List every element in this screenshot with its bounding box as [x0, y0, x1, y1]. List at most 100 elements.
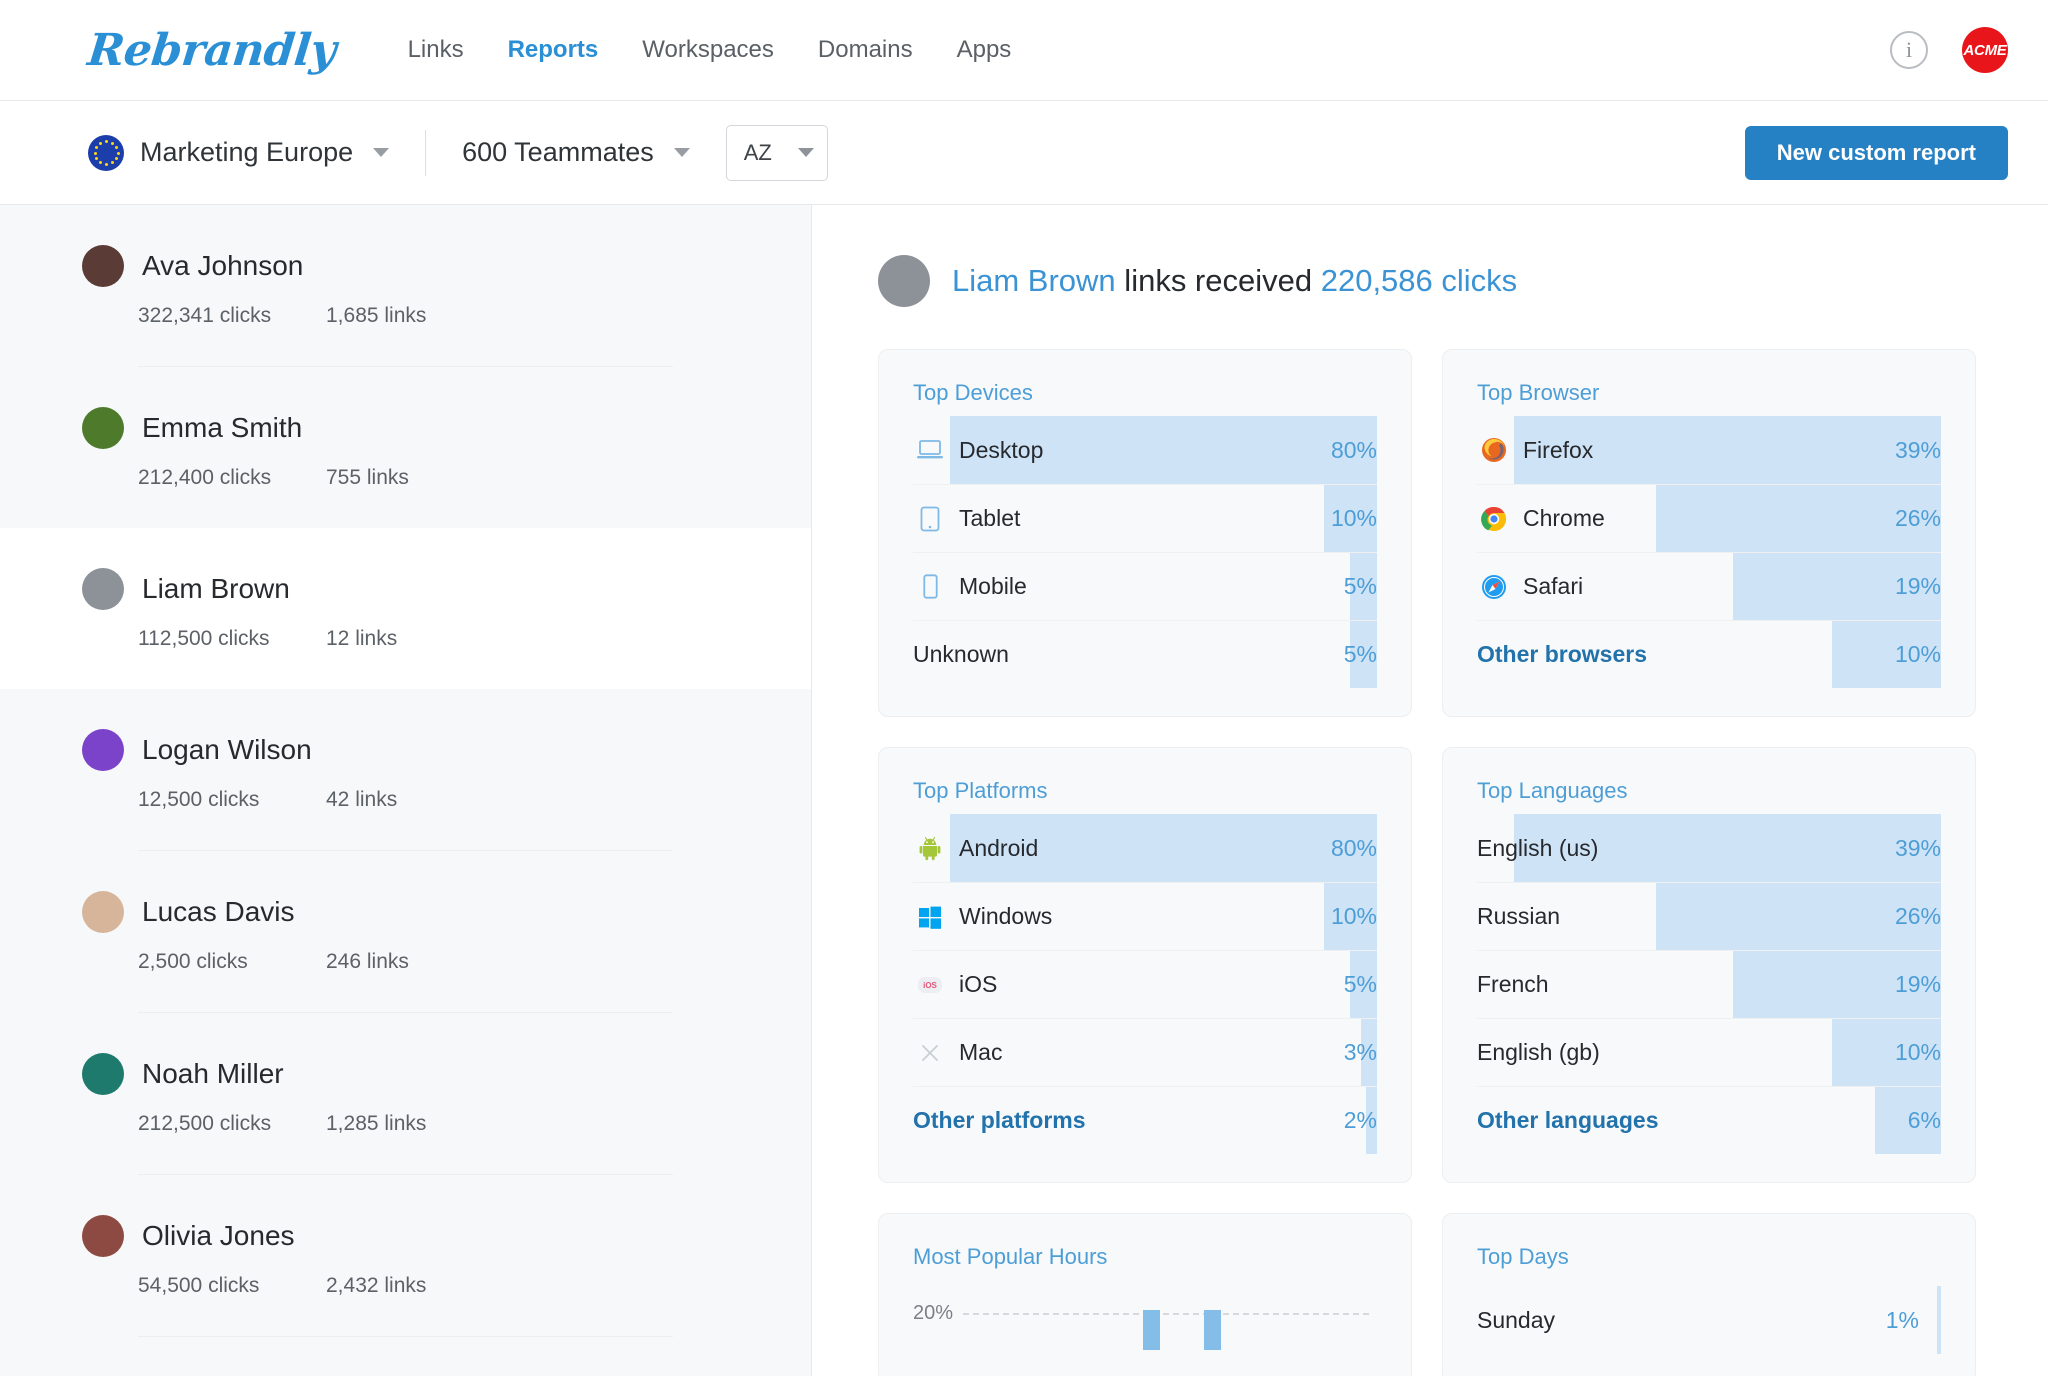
- main-nav: Links Reports Workspaces Domains Apps: [408, 36, 1012, 64]
- bar-row[interactable]: iOS iOS 5%: [913, 950, 1377, 1018]
- bar[interactable]: [1143, 1310, 1160, 1350]
- teammate-name: Lucas Davis: [142, 896, 295, 927]
- bar-value: 10%: [1894, 1039, 1941, 1065]
- hours-chart: 20%: [913, 1288, 1377, 1350]
- nav-item-workspaces[interactable]: Workspaces: [642, 36, 774, 64]
- rebrandly-logo[interactable]: Rebrandly: [85, 25, 338, 76]
- teammate-row[interactable]: Sophia Williams: [138, 1336, 673, 1376]
- teammate-row[interactable]: Olivia Jones 54,500 clicks 2,432 links: [82, 1174, 673, 1336]
- bar-label: French: [1477, 971, 1549, 997]
- bar-row[interactable]: Other languages 6%: [1477, 1086, 1941, 1154]
- bar-value: 10%: [1894, 641, 1941, 667]
- bar-value: 5%: [1343, 641, 1377, 667]
- report-card: Top Languages English (us) 39% Russian 26% Fr…: [1442, 747, 1976, 1183]
- bar-label[interactable]: Other browsers: [1477, 641, 1647, 668]
- desktop-icon: [917, 440, 943, 459]
- firefox-icon: [1477, 437, 1511, 463]
- nav-item-apps[interactable]: Apps: [957, 36, 1012, 64]
- teammate-links: 1,285 links: [326, 1112, 427, 1135]
- content-split: Ava Johnson 322,341 clicks 1,685 links Emma…: [0, 205, 2048, 1376]
- mobile-icon: [913, 574, 947, 599]
- bar-label[interactable]: Other languages: [1477, 1107, 1658, 1134]
- teammate-group-selected: Liam Brown 112,500 clicks 12 links: [0, 528, 811, 689]
- top-navigation-bar: Rebrandly Links Reports Workspaces Domai…: [0, 0, 2048, 101]
- account-avatar[interactable]: ACME: [1962, 27, 2008, 73]
- bar-row[interactable]: Windows 10%: [913, 882, 1377, 950]
- firefox-icon: [1482, 438, 1506, 462]
- bar-row[interactable]: Android 80%: [913, 814, 1377, 882]
- bar-label: Android: [959, 834, 1039, 861]
- new-custom-report-button[interactable]: New custom report: [1744, 125, 2008, 180]
- bar-label: Unknown: [913, 641, 1009, 667]
- bar-row[interactable]: Mac 3%: [913, 1018, 1377, 1086]
- chrome-icon: [1477, 506, 1511, 532]
- account-avatar-label: ACME: [1963, 41, 2007, 59]
- bar-row[interactable]: Unknown 5%: [913, 620, 1377, 688]
- bar-label: Russian: [1477, 903, 1561, 929]
- bar-label: Firefox: [1523, 436, 1594, 463]
- bar-value: 80%: [1330, 436, 1377, 463]
- bar-row[interactable]: Other platforms 2%: [913, 1086, 1377, 1154]
- teammate-row[interactable]: Liam Brown 112,500 clicks 12 links: [82, 528, 673, 689]
- teammate-row[interactable]: Ava Johnson 322,341 clicks 1,685 links: [82, 205, 673, 366]
- avatar: [82, 891, 124, 933]
- svg-text:iOS: iOS: [923, 981, 937, 990]
- teammate-row[interactable]: Lucas Davis 2,500 clicks 246 links: [82, 850, 673, 1012]
- bar-label: iOS: [959, 971, 998, 997]
- teammate-row[interactable]: Logan Wilson 12,500 clicks 42 links: [82, 689, 673, 850]
- filter-bar: Marketing Europe 600 Teammates AZ New cu…: [0, 101, 2048, 205]
- bar-value: 19%: [1894, 971, 1941, 997]
- workspace-selector[interactable]: Marketing Europe: [88, 134, 390, 171]
- eu-flag-icon: [88, 134, 124, 171]
- bar-row[interactable]: French 19%: [1477, 950, 1941, 1018]
- bar-row[interactable]: Chrome 26%: [1477, 484, 1941, 552]
- bar-label[interactable]: Other platforms: [913, 1107, 1086, 1134]
- info-icon[interactable]: i: [1890, 31, 1928, 69]
- bar[interactable]: [1204, 1310, 1221, 1350]
- bar-value: 80%: [1330, 834, 1377, 861]
- report-card: Top Devices Desktop 80% Tablet 10% Mobile 5% Un…: [878, 349, 1412, 717]
- bar-label: English (us): [1477, 834, 1599, 861]
- teammate-name: Ava Johnson: [142, 250, 304, 281]
- bar-row[interactable]: English (us) 39%: [1477, 814, 1941, 882]
- bar-list: Android 80% Windows 10% iOS iOS 5% Mac 3% Other p…: [913, 814, 1377, 1154]
- teammate-row[interactable]: Emma Smith 212,400 clicks 755 links: [82, 366, 673, 528]
- avatar: [82, 1053, 124, 1095]
- teammate-row[interactable]: Noah Miller 212,500 clicks 1,285 links: [82, 1012, 673, 1174]
- bar-row[interactable]: Safari 19%: [1477, 552, 1941, 620]
- teammate-clicks: 54,500 clicks: [138, 1274, 260, 1297]
- bar-row[interactable]: Firefox 39%: [1477, 416, 1941, 484]
- sort-select[interactable]: AZ: [725, 124, 828, 181]
- report-person-name[interactable]: Liam Brown: [952, 263, 1116, 298]
- axis-label-y: 20%: [913, 1302, 954, 1324]
- teammate-group: Ava Johnson 322,341 clicks 1,685 links Emma…: [0, 205, 811, 528]
- bar-list: English (us) 39% Russian 26% French 19% Englis…: [1477, 814, 1941, 1154]
- windows-icon: [913, 904, 947, 930]
- bar-row[interactable]: Sunday 1%: [1477, 1286, 1941, 1354]
- bar-value: 10%: [1330, 505, 1377, 531]
- bar-label: Chrome: [1523, 505, 1605, 531]
- bar-label: Mobile: [959, 573, 1027, 599]
- nav-item-links[interactable]: Links: [408, 36, 464, 64]
- safari-icon: [1482, 574, 1506, 599]
- chevron-down-icon: [797, 148, 814, 157]
- bar-row[interactable]: Desktop 80%: [913, 416, 1377, 484]
- teammates-selector[interactable]: 600 Teammates: [462, 137, 690, 168]
- avatar: [82, 1215, 124, 1257]
- bar-row[interactable]: Mobile 5%: [913, 552, 1377, 620]
- bar-row[interactable]: Other browsers 10%: [1477, 620, 1941, 688]
- ios-icon: iOS: [918, 976, 942, 993]
- mobile-icon: [922, 574, 938, 599]
- teammates-label: 600 Teammates: [462, 137, 654, 167]
- teammate-clicks: 12,500 clicks: [138, 788, 260, 811]
- teammate-clicks: 212,400 clicks: [138, 466, 272, 489]
- bar-row[interactable]: Russian 26%: [1477, 882, 1941, 950]
- windows-icon: [919, 906, 941, 929]
- bar-row[interactable]: Tablet 10%: [913, 484, 1377, 552]
- nav-item-reports[interactable]: Reports: [508, 36, 599, 64]
- nav-item-domains[interactable]: Domains: [818, 36, 913, 64]
- divider: [425, 129, 427, 176]
- bar-row[interactable]: English (gb) 10%: [1477, 1018, 1941, 1086]
- teammates-sidebar[interactable]: Ava Johnson 322,341 clicks 1,685 links Emma…: [0, 205, 812, 1376]
- android-icon: [913, 835, 947, 861]
